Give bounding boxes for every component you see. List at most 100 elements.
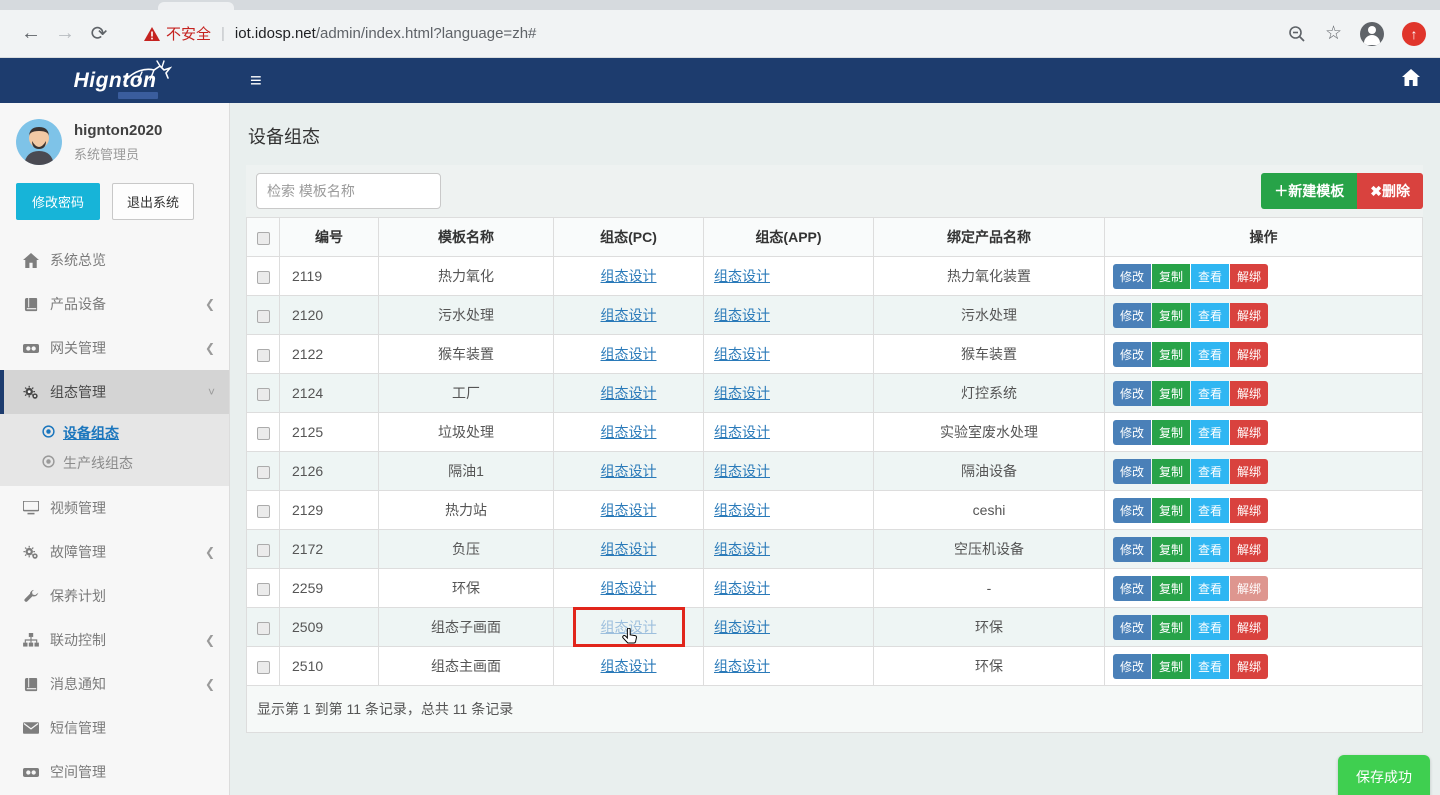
unbind-button[interactable]: 解绑: [1230, 264, 1268, 289]
user-avatar[interactable]: [16, 119, 62, 165]
app-config-design-link[interactable]: 组态设计: [714, 463, 770, 479]
sidebar-item-保养计划[interactable]: 保养计划: [0, 574, 229, 618]
forward-icon[interactable]: →: [48, 17, 82, 51]
address-bar[interactable]: 不安全 | iot.idosp.net/admin/index.html?lan…: [144, 23, 1273, 44]
app-config-design-link[interactable]: 组态设计: [714, 502, 770, 518]
logout-button[interactable]: 退出系统: [112, 183, 194, 220]
new-template-button[interactable]: ＋新建模板: [1261, 173, 1357, 209]
app-config-design-link[interactable]: 组态设计: [714, 307, 770, 323]
view-button[interactable]: 查看: [1191, 342, 1229, 367]
copy-button[interactable]: 复制: [1152, 576, 1190, 601]
row-checkbox[interactable]: [257, 349, 270, 362]
app-config-design-link[interactable]: 组态设计: [714, 268, 770, 284]
row-checkbox[interactable]: [257, 583, 270, 596]
sidebar-item-产品设备[interactable]: 产品设备❮: [0, 282, 229, 326]
edit-button[interactable]: 修改: [1113, 615, 1151, 640]
pc-config-design-link[interactable]: 组态设计: [601, 580, 657, 596]
view-button[interactable]: 查看: [1191, 654, 1229, 679]
row-checkbox[interactable]: [257, 505, 270, 518]
app-config-design-link[interactable]: 组态设计: [714, 346, 770, 362]
update-icon[interactable]: ↑: [1402, 22, 1426, 46]
view-button[interactable]: 查看: [1191, 498, 1229, 523]
pc-config-design-link[interactable]: 组态设计: [601, 541, 657, 557]
app-config-design-link[interactable]: 组态设计: [714, 424, 770, 440]
change-password-button[interactable]: 修改密码: [16, 183, 100, 220]
view-button[interactable]: 查看: [1191, 303, 1229, 328]
unbind-button[interactable]: 解绑: [1230, 381, 1268, 406]
copy-button[interactable]: 复制: [1152, 537, 1190, 562]
view-button[interactable]: 查看: [1191, 420, 1229, 445]
unbind-button[interactable]: 解绑: [1230, 537, 1268, 562]
zoom-out-icon[interactable]: [1287, 24, 1307, 44]
pc-config-design-link[interactable]: 组态设计: [601, 268, 657, 284]
pc-config-design-link[interactable]: 组态设计: [601, 424, 657, 440]
copy-button[interactable]: 复制: [1152, 654, 1190, 679]
view-button[interactable]: 查看: [1191, 576, 1229, 601]
sidebar-subitem-设备组态[interactable]: 设备组态: [0, 418, 229, 448]
edit-button[interactable]: 修改: [1113, 303, 1151, 328]
unbind-button[interactable]: 解绑: [1230, 576, 1268, 601]
delete-button[interactable]: ✖删除: [1357, 173, 1423, 209]
edit-button[interactable]: 修改: [1113, 264, 1151, 289]
home-icon[interactable]: [1402, 69, 1420, 92]
view-button[interactable]: 查看: [1191, 615, 1229, 640]
app-config-design-link[interactable]: 组态设计: [714, 385, 770, 401]
bookmark-star-icon[interactable]: ☆: [1325, 22, 1342, 45]
edit-button[interactable]: 修改: [1113, 537, 1151, 562]
sidebar-item-空间管理[interactable]: 空间管理: [0, 750, 229, 794]
copy-button[interactable]: 复制: [1152, 615, 1190, 640]
pc-config-design-link[interactable]: 组态设计: [601, 307, 657, 323]
view-button[interactable]: 查看: [1191, 537, 1229, 562]
copy-button[interactable]: 复制: [1152, 459, 1190, 484]
pc-config-design-link[interactable]: 组态设计: [601, 346, 657, 362]
unbind-button[interactable]: 解绑: [1230, 420, 1268, 445]
edit-button[interactable]: 修改: [1113, 498, 1151, 523]
row-checkbox[interactable]: [257, 661, 270, 674]
sidebar-item-视频管理[interactable]: 视频管理: [0, 486, 229, 530]
unbind-button[interactable]: 解绑: [1230, 498, 1268, 523]
row-checkbox[interactable]: [257, 466, 270, 479]
edit-button[interactable]: 修改: [1113, 459, 1151, 484]
pc-config-design-link[interactable]: 组态设计: [601, 385, 657, 401]
sidebar-item-网关管理[interactable]: 网关管理❮: [0, 326, 229, 370]
sidebar-item-联动控制[interactable]: 联动控制❮: [0, 618, 229, 662]
edit-button[interactable]: 修改: [1113, 420, 1151, 445]
copy-button[interactable]: 复制: [1152, 498, 1190, 523]
not-secure-label[interactable]: 不安全: [166, 23, 211, 44]
row-checkbox[interactable]: [257, 427, 270, 440]
edit-button[interactable]: 修改: [1113, 654, 1151, 679]
pc-config-design-link[interactable]: 组态设计: [601, 619, 657, 635]
sidebar-subitem-生产线组态[interactable]: 生产线组态: [0, 448, 229, 478]
back-icon[interactable]: ←: [14, 17, 48, 51]
copy-button[interactable]: 复制: [1152, 381, 1190, 406]
app-config-design-link[interactable]: 组态设计: [714, 580, 770, 596]
row-checkbox[interactable]: [257, 544, 270, 557]
profile-icon[interactable]: [1360, 22, 1384, 46]
unbind-button[interactable]: 解绑: [1230, 615, 1268, 640]
reload-icon[interactable]: ⟳: [82, 17, 116, 51]
edit-button[interactable]: 修改: [1113, 576, 1151, 601]
row-checkbox[interactable]: [257, 622, 270, 635]
sidebar-item-故障管理[interactable]: 故障管理❮: [0, 530, 229, 574]
unbind-button[interactable]: 解绑: [1230, 303, 1268, 328]
app-config-design-link[interactable]: 组态设计: [714, 541, 770, 557]
copy-button[interactable]: 复制: [1152, 342, 1190, 367]
row-checkbox[interactable]: [257, 271, 270, 284]
app-config-design-link[interactable]: 组态设计: [714, 658, 770, 674]
search-input[interactable]: [256, 173, 441, 209]
sidebar-item-短信管理[interactable]: 短信管理: [0, 706, 229, 750]
sidebar-item-消息通知[interactable]: 消息通知❮: [0, 662, 229, 706]
pc-config-design-link[interactable]: 组态设计: [601, 502, 657, 518]
view-button[interactable]: 查看: [1191, 264, 1229, 289]
unbind-button[interactable]: 解绑: [1230, 342, 1268, 367]
edit-button[interactable]: 修改: [1113, 381, 1151, 406]
browser-tab[interactable]: [158, 2, 234, 10]
app-config-design-link[interactable]: 组态设计: [714, 619, 770, 635]
sidebar-item-组态管理[interactable]: 组态管理˅: [0, 370, 229, 414]
edit-button[interactable]: 修改: [1113, 342, 1151, 367]
row-checkbox[interactable]: [257, 310, 270, 323]
unbind-button[interactable]: 解绑: [1230, 459, 1268, 484]
pc-config-design-link[interactable]: 组态设计: [601, 658, 657, 674]
copy-button[interactable]: 复制: [1152, 303, 1190, 328]
copy-button[interactable]: 复制: [1152, 420, 1190, 445]
